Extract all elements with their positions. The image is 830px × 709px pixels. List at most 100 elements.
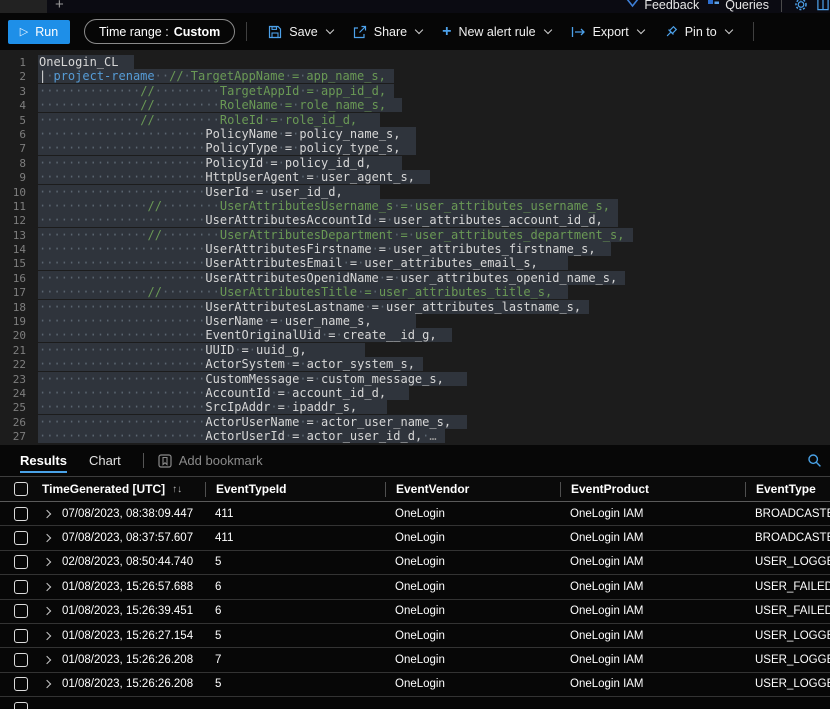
code-line[interactable]: 9 ·······················HttpUserAgent·=·…	[0, 170, 830, 185]
share-icon	[353, 25, 366, 38]
search-results-button[interactable]	[807, 453, 822, 468]
code-line[interactable]: 17 ···············//········UserAttribute…	[0, 285, 830, 300]
table-row[interactable]: 07/08/2023, 08:38:09.447 411 OneLogin OneLo…	[0, 502, 830, 527]
code-line[interactable]: 11 ···············//········UserAttribute…	[0, 198, 830, 213]
expand-row-icon[interactable]	[42, 582, 52, 592]
expand-row-icon[interactable]	[42, 655, 52, 665]
sort-icon[interactable]: ↑↓	[172, 484, 182, 495]
run-button[interactable]: ▷ Run	[8, 19, 70, 44]
code-line[interactable]: 16 ·······················UserAttributesO…	[0, 270, 830, 285]
cell-timegenerated: 07/08/2023, 08:37:57.607	[62, 532, 194, 545]
row-checkbox[interactable]	[14, 506, 28, 521]
row-checkbox[interactable]	[14, 604, 28, 619]
code-line[interactable]: 8 ·······················PolicyId·=·polic…	[0, 155, 830, 170]
code-line[interactable]: 6 ·······················PolicyName·=·pol…	[0, 126, 830, 141]
code-line[interactable]: 15 ·······················UserAttributesE…	[0, 256, 830, 271]
column-header-eventproduct[interactable]: EventProduct	[560, 481, 745, 497]
cell-eventtypeid: 411	[215, 532, 234, 545]
line-number: 15	[12, 257, 26, 271]
queries-button[interactable]: Queries	[707, 0, 769, 12]
code-line[interactable]: 26 ·······················ActorUserName·=…	[0, 414, 830, 429]
expand-row-icon[interactable]	[42, 680, 52, 689]
line-number: 18	[12, 300, 26, 314]
code-line[interactable]: 24 ·······················AccountId·=·acc…	[0, 385, 830, 400]
line-number: 21	[12, 343, 26, 357]
table-row[interactable]: 01/08/2023, 15:26:57.688 6 OneLogin OneLogi…	[0, 575, 830, 600]
code-line[interactable]: 21 ·······················UUID·=·uuid_g,	[0, 342, 830, 357]
time-range-picker[interactable]: Time range : Custom	[84, 19, 236, 44]
code-line[interactable]: 7 ·······················PolicyType·=·pol…	[0, 141, 830, 156]
expand-row-icon[interactable]	[42, 533, 52, 543]
line-number: 13	[12, 228, 26, 242]
expand-row-icon[interactable]	[42, 509, 52, 518]
row-checkbox[interactable]	[14, 628, 28, 643]
line-number: 9	[19, 171, 26, 185]
kql-query-editor[interactable]: 1 OneLogin_CL 2 |·project-rename··//·Targe…	[0, 50, 830, 445]
tab-bar-strip: + Feedback Queries	[0, 0, 830, 14]
export-button[interactable]: Export	[561, 25, 654, 39]
column-header-eventtypeid[interactable]: EventTypeId	[205, 481, 385, 497]
save-button[interactable]: Save	[258, 25, 343, 39]
cell-eventvendor: OneLogin	[395, 556, 445, 569]
docs-button[interactable]	[816, 0, 830, 11]
table-body: 07/08/2023, 08:38:09.447 411 OneLogin OneLo…	[0, 502, 830, 709]
row-checkbox[interactable]	[14, 531, 28, 546]
code-line[interactable]: 23 ·······················CustomMessage·=…	[0, 371, 830, 386]
new-alert-rule-button[interactable]: + New alert rule	[432, 23, 560, 39]
code-line[interactable]: 1 OneLogin_CL	[0, 55, 830, 69]
cell-timegenerated: 01/08/2023, 15:26:27.154	[62, 629, 194, 642]
share-button[interactable]: Share	[343, 25, 432, 39]
column-header-eventtype[interactable]: EventType	[745, 481, 830, 497]
cell-eventtypeid: 411	[215, 507, 234, 520]
line-number: 22	[12, 358, 26, 372]
line-number: 12	[12, 214, 26, 228]
code-line[interactable]: 13 ···············//········UserAttribute…	[0, 227, 830, 242]
column-header-eventvendor[interactable]: EventVendor	[385, 481, 560, 497]
settings-button[interactable]	[794, 0, 808, 11]
table-row[interactable]: 01/08/2023, 15:26:26.208 5 OneLogin OneLogi…	[0, 673, 830, 698]
code-line[interactable]: 3 ··············//·········TargetAppId·=·…	[0, 83, 830, 98]
code-line[interactable]: 20 ·······················EventOriginalUi…	[0, 328, 830, 343]
tab-results[interactable]: Results	[20, 445, 67, 476]
pin-to-button[interactable]: Pin to	[654, 25, 742, 39]
code-line[interactable]: 2 |·project-rename··//·TargetAppName·=·ap…	[0, 69, 830, 84]
row-checkbox[interactable]	[14, 653, 28, 668]
cell-eventproduct: OneLogin IAM	[570, 654, 644, 667]
table-row[interactable]: 01/08/2023, 15:26:27.154 5 OneLogin OneLogi…	[0, 624, 830, 649]
add-bookmark-button[interactable]: Add bookmark	[158, 453, 263, 468]
results-tabbar: Results Chart Add bookmark	[0, 445, 830, 477]
code-line[interactable]: 27 ·······················ActorUserId·=·a…	[0, 429, 830, 444]
tab-chart[interactable]: Chart	[89, 445, 121, 476]
line-number: 14	[12, 243, 26, 257]
line-number: 20	[12, 329, 26, 343]
table-row[interactable]: 02/08/2023, 08:50:44.740 5 OneLogin OneLogi…	[0, 551, 830, 576]
expand-row-icon[interactable]	[42, 558, 52, 567]
code-line[interactable]: 12 ·······················UserAttributesA…	[0, 213, 830, 228]
query-toolbar: ▷ Run Time range : Custom Save Share + N…	[0, 13, 830, 50]
active-query-tab[interactable]	[0, 0, 47, 13]
code-line[interactable]: 14 ·······················UserAttributesF…	[0, 242, 830, 257]
code-line[interactable]: 4 ··············//·········RoleName·=·rol…	[0, 98, 830, 113]
column-header-timegenerated[interactable]: TimeGenerated [UTC] ↑↓	[42, 482, 205, 496]
code-line[interactable]: 18 ·······················UserAttributesL…	[0, 299, 830, 314]
row-checkbox[interactable]	[14, 579, 28, 594]
select-all-checkbox[interactable]	[14, 482, 28, 496]
code-line[interactable]: 25 ·······················SrcIpAddr·=·ipa…	[0, 400, 830, 415]
table-row[interactable]: 01/08/2023, 15:26:39.451 6 OneLogin OneLogi…	[0, 600, 830, 624]
table-row[interactable]: 01/08/2023, 15:26:26.208 7 OneLogin OneLogi…	[0, 648, 830, 673]
cell-eventtype: USER_LOGGED_I	[755, 678, 830, 691]
new-tab-button[interactable]: +	[55, 0, 64, 12]
row-checkbox[interactable]	[14, 555, 28, 570]
expand-row-icon[interactable]	[42, 631, 52, 640]
table-row-partial[interactable]	[0, 697, 830, 709]
code-line[interactable]: 10 ·······················UserId·=·user_i…	[0, 184, 830, 199]
line-number: 8	[19, 156, 26, 170]
expand-row-icon[interactable]	[42, 607, 52, 616]
code-line[interactable]: 19 ·······················UserName·=·user…	[0, 314, 830, 329]
code-line[interactable]: 5 ··············//·········RoleId·=·role_…	[0, 112, 830, 127]
line-number: 19	[12, 315, 26, 329]
code-line[interactable]: 22 ·······················ActorSystem·=·a…	[0, 357, 830, 372]
table-row[interactable]: 07/08/2023, 08:37:57.607 411 OneLogin OneLo…	[0, 526, 830, 551]
feedback-button[interactable]: Feedback	[626, 0, 699, 12]
row-checkbox[interactable]	[14, 677, 28, 692]
